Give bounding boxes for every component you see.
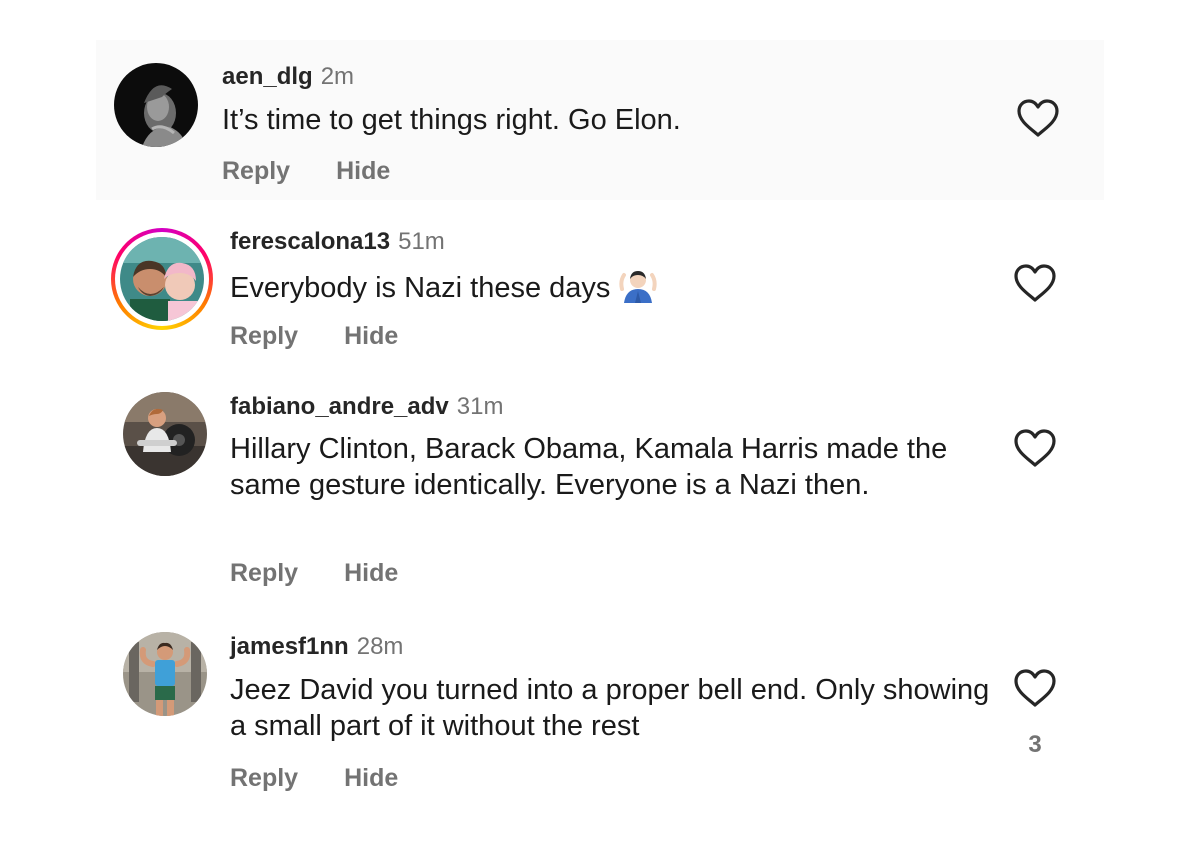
person-shrugging-emoji (618, 267, 658, 312)
statue-avatar-image (114, 63, 198, 147)
reply-button[interactable]: Reply (222, 157, 290, 185)
heart-outline-icon[interactable] (1013, 668, 1057, 708)
comment-text: Jeez David you turned into a proper bell… (230, 674, 990, 742)
comment-header: ferescalona13 51m (230, 227, 445, 257)
hide-button[interactable]: Hide (344, 764, 398, 792)
comment-text: Everybody is Nazi these days (230, 267, 990, 312)
reply-button[interactable]: Reply (230, 764, 298, 792)
timestamp: 28m (356, 633, 404, 660)
avatar-story-ring[interactable] (111, 228, 213, 330)
comment-actions: Reply Hide (230, 764, 398, 793)
avatar[interactable] (123, 392, 207, 476)
timestamp: 2m (320, 63, 355, 90)
comment-actions: Reply Hide (222, 157, 390, 186)
hide-button[interactable]: Hide (344, 322, 398, 350)
avatar[interactable] (123, 632, 207, 716)
gym-photo-avatar-image (123, 392, 207, 476)
hide-button[interactable]: Hide (336, 157, 390, 185)
timestamp: 51m (398, 228, 445, 255)
timestamp: 31m (456, 393, 504, 420)
like-count: 3 (1028, 731, 1042, 758)
username[interactable]: ferescalona13 (230, 228, 390, 255)
username[interactable]: jamesf1nn (230, 633, 349, 660)
heart-outline-icon[interactable] (1016, 98, 1060, 138)
reply-button[interactable]: Reply (230, 559, 298, 587)
comment-header: fabiano_andre_adv 31m (230, 392, 503, 422)
comment-text-content: Everybody is Nazi these days (230, 272, 611, 304)
heart-outline-icon[interactable] (1013, 263, 1057, 303)
comments-list: aen_dlg 2m It’s time to get things right.… (0, 0, 1200, 846)
selfie-avatar-image (120, 237, 204, 321)
heart-outline-icon[interactable] (1013, 428, 1057, 468)
hide-button[interactable]: Hide (344, 559, 398, 587)
comment-header: aen_dlg 2m (222, 62, 354, 92)
comment-actions: Reply Hide (230, 559, 398, 588)
reply-button[interactable]: Reply (230, 322, 298, 350)
avatar (120, 237, 204, 321)
gym-flex-avatar-image (123, 632, 207, 716)
avatar[interactable] (114, 63, 198, 147)
comment-header: jamesf1nn 28m (230, 632, 403, 662)
comment-text: It’s time to get things right. Go Elon. (222, 104, 681, 136)
username[interactable]: aen_dlg (222, 63, 313, 90)
comment-text: Hillary Clinton, Barack Obama, Kamala Ha… (230, 433, 948, 501)
comment-actions: Reply Hide (230, 322, 398, 351)
username[interactable]: fabiano_andre_adv (230, 393, 449, 420)
